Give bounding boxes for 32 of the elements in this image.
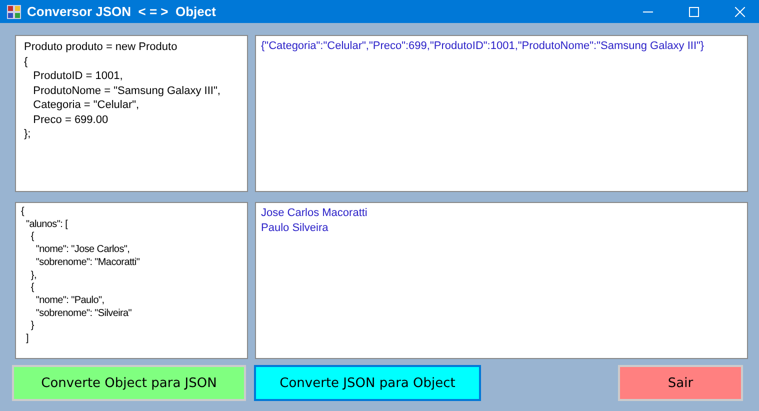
text-line: "sobrenome": "Macoratti" <box>34 256 141 270</box>
text-line: "alunos": [ <box>24 218 69 232</box>
text-line: Categoria = "Celular", <box>32 98 140 112</box>
text-line: }, <box>30 270 38 282</box>
text-line: } <box>30 320 35 334</box>
text-line: ] <box>24 333 30 346</box>
exit-button[interactable]: Sair <box>618 365 743 401</box>
text-line: ProdutoNome = "Samsung Galaxy III", <box>32 84 222 98</box>
maximize-icon[interactable] <box>689 6 699 16</box>
text-line: { <box>21 206 26 219</box>
close-icon[interactable] <box>735 6 745 16</box>
text-line: {"Categoria":"Celular","Preco":699,"ProdutoID":1001,"ProdutoNome":"Samsung Galaxy III"} <box>261 39 706 54</box>
text-line: Jose Carlos Macoratti <box>261 206 368 220</box>
app-icon <box>7 4 21 18</box>
text-line: "sobrenome": "Silveira" <box>34 308 133 320</box>
text-area[interactable]: Produto produto = new Produto { ProdutoID = 1001, ProdutoNome = "Samsung Galaxy III", Categoria = "Celular", Preco = 699.00 }; <box>15 35 248 192</box>
text-area[interactable]: {"Categoria":"Celular","Preco":699,"ProdutoID":1001,"ProdutoNome":"Samsung Galaxy III"} <box>255 35 748 192</box>
text-line: { <box>30 231 35 244</box>
text-line: }; <box>23 127 32 142</box>
text-area[interactable]: { "alunos": [ { "nome": "Jose Carlos", "sobrenome": "Macoratti" }, { "nome": "Paulo", "sobrenome": "Silveira" } ] <box>15 202 248 359</box>
text-line: ProdutoID = 1001, <box>32 69 124 84</box>
convert-button[interactable]: Converte Object para JSON <box>12 365 246 401</box>
window-title: Conversor JSON < = > Object <box>27 4 216 19</box>
text-line: "nome": "Paulo", <box>34 294 106 308</box>
text-line: { <box>23 54 29 69</box>
text-line: "nome": "Jose Carlos", <box>34 244 131 257</box>
text-line: { <box>30 282 35 295</box>
text-line: Paulo Silveira <box>261 220 330 235</box>
text-line: Preco = 699.00 <box>32 112 110 127</box>
text-line: Produto produto = new Produto <box>23 40 178 54</box>
text-area[interactable]: Jose Carlos Macoratti Paulo Silveira <box>255 202 748 359</box>
convert-button[interactable]: Converte JSON para Object <box>254 365 481 401</box>
